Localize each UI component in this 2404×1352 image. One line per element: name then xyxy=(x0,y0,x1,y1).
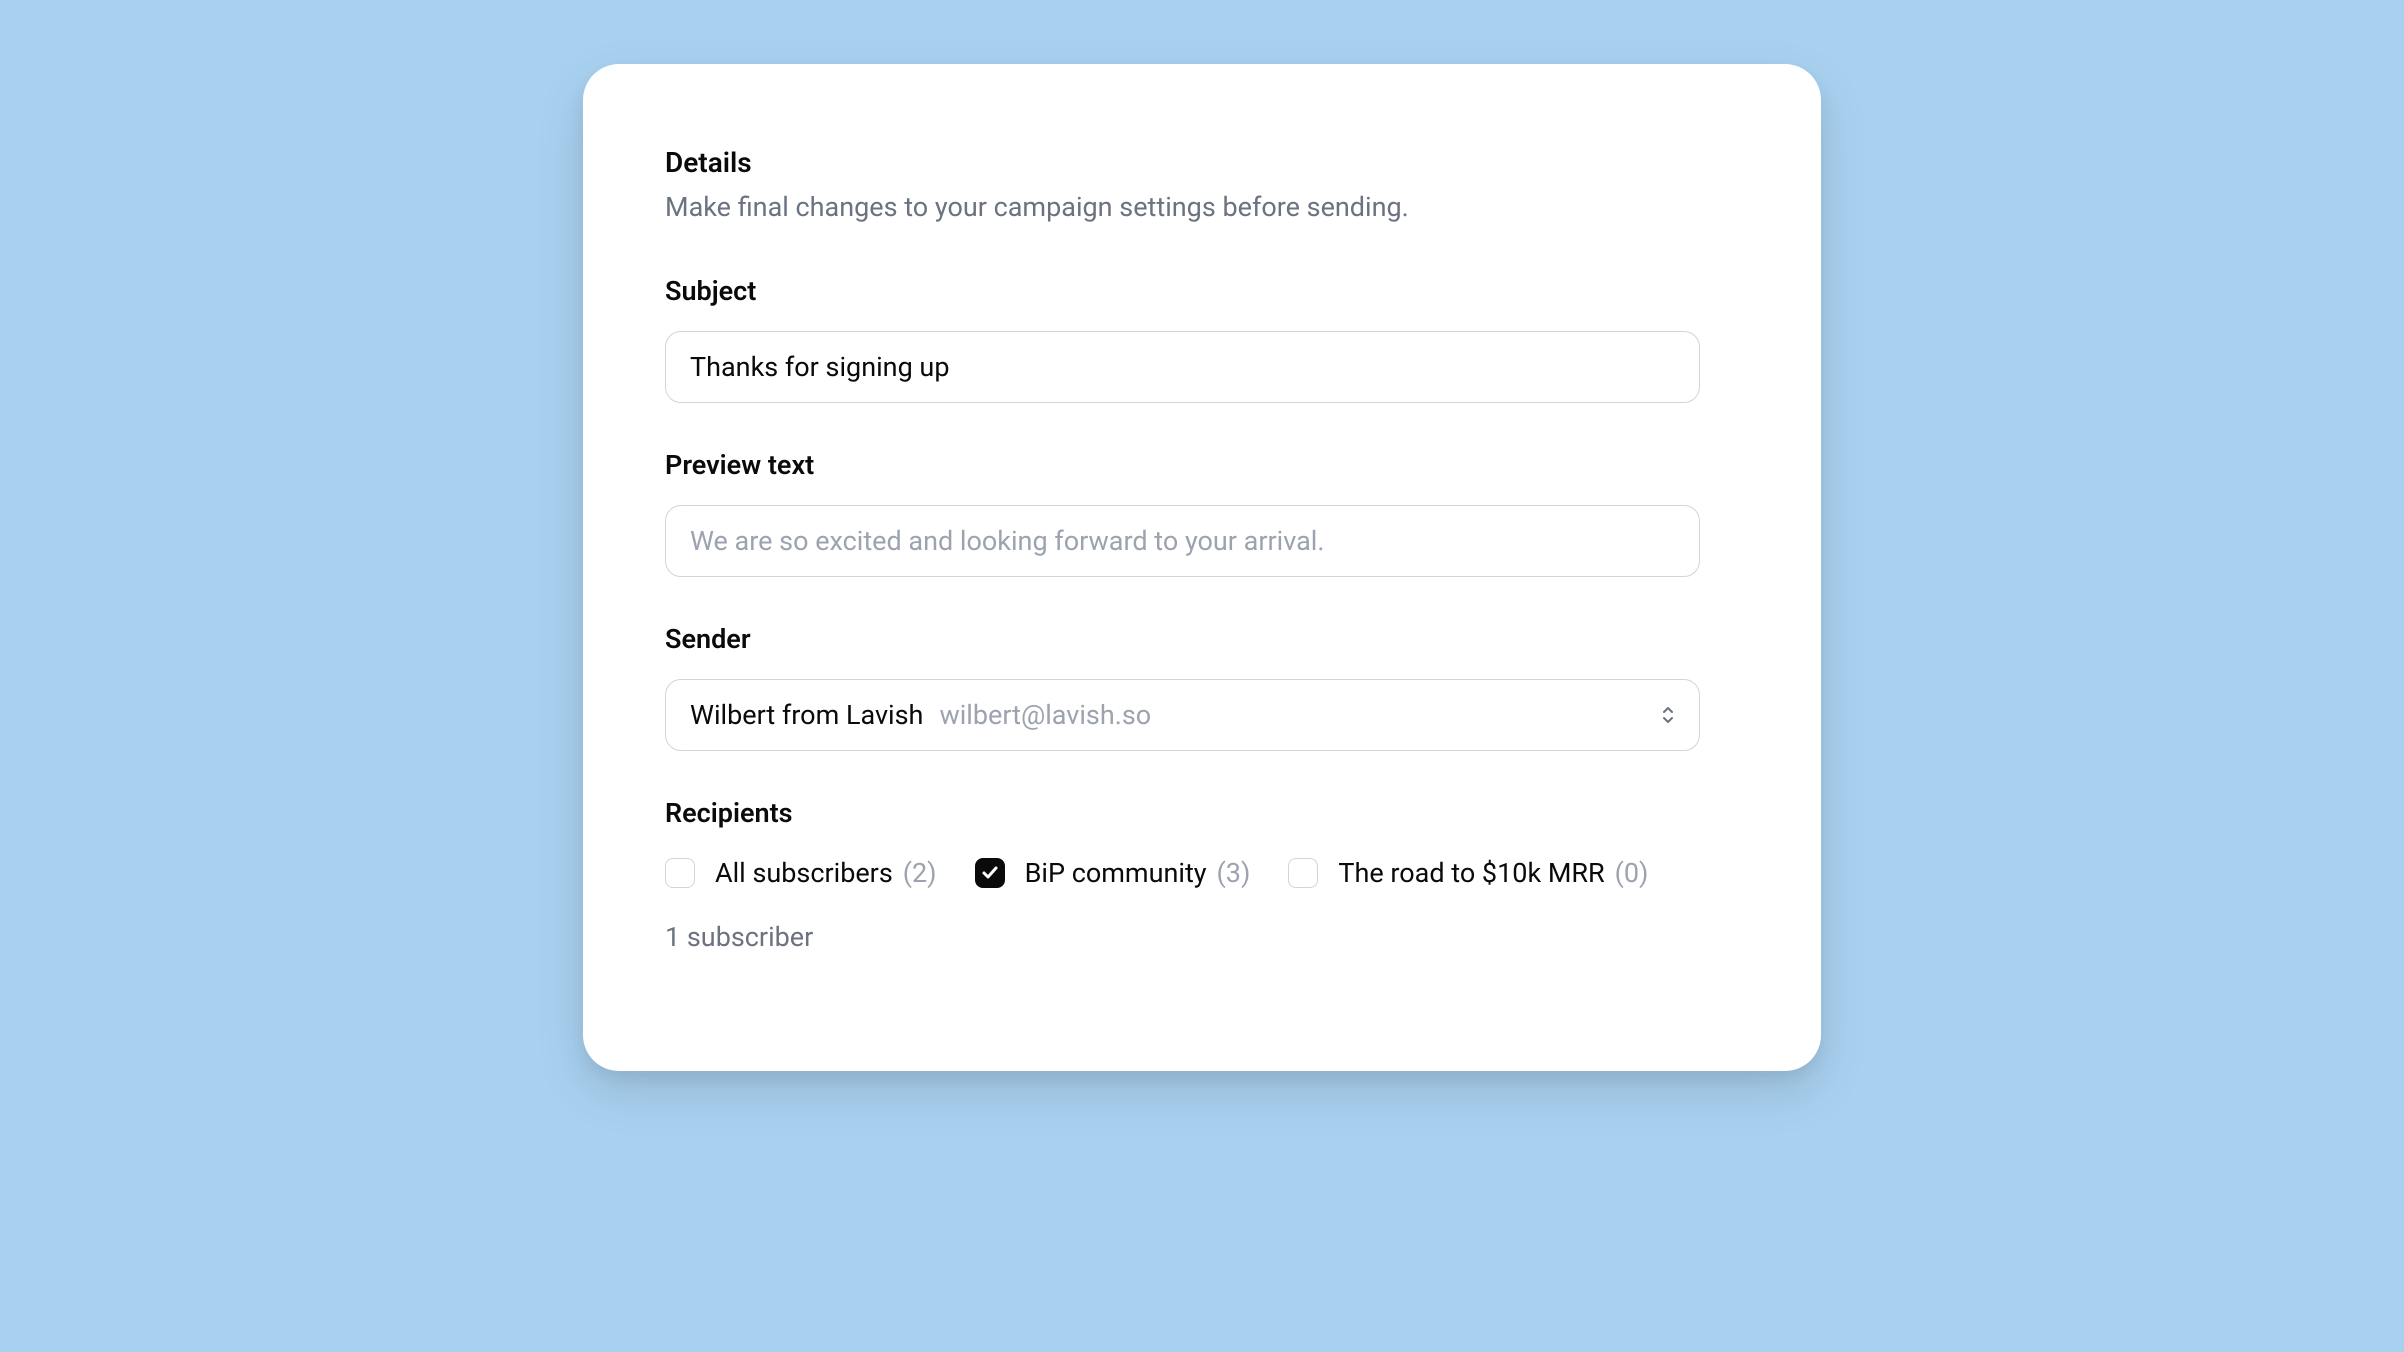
recipient-count: (3) xyxy=(1217,857,1251,889)
subject-input[interactable] xyxy=(665,331,1700,403)
details-subtitle: Make final changes to your campaign sett… xyxy=(665,191,1739,223)
recipients-list: All subscribers (2) BiP community (3) Th… xyxy=(665,857,1739,889)
recipient-bip-community[interactable]: BiP community (3) xyxy=(975,857,1251,889)
recipient-count: (2) xyxy=(903,857,937,889)
recipient-label: The road to $10k MRR xyxy=(1338,857,1604,889)
recipient-road-to-10k-mrr[interactable]: The road to $10k MRR (0) xyxy=(1288,857,1648,889)
details-card: Details Make final changes to your campa… xyxy=(583,64,1821,1071)
subject-label: Subject xyxy=(665,275,1739,307)
checkbox-checked-icon xyxy=(975,858,1005,888)
recipients-label: Recipients xyxy=(665,797,1739,829)
sender-select[interactable]: Wilbert from Lavish wilbert@lavish.so xyxy=(665,679,1700,751)
details-title: Details xyxy=(665,146,1739,179)
recipient-all-subscribers[interactable]: All subscribers (2) xyxy=(665,857,937,889)
recipient-count: (0) xyxy=(1615,857,1649,889)
subscriber-count: 1 subscriber xyxy=(665,921,1739,953)
checkbox-unchecked-icon xyxy=(1288,858,1318,888)
sender-select-wrap: Wilbert from Lavish wilbert@lavish.so xyxy=(665,679,1700,751)
recipient-label: BiP community xyxy=(1025,857,1207,889)
chevron-up-down-icon xyxy=(1658,703,1678,727)
sender-email: wilbert@lavish.so xyxy=(939,699,1151,731)
sender-name: Wilbert from Lavish xyxy=(690,699,923,731)
sender-label: Sender xyxy=(665,623,1739,655)
checkbox-unchecked-icon xyxy=(665,858,695,888)
preview-text-label: Preview text xyxy=(665,449,1739,481)
preview-text-input[interactable] xyxy=(665,505,1700,577)
recipient-label: All subscribers xyxy=(715,857,893,889)
